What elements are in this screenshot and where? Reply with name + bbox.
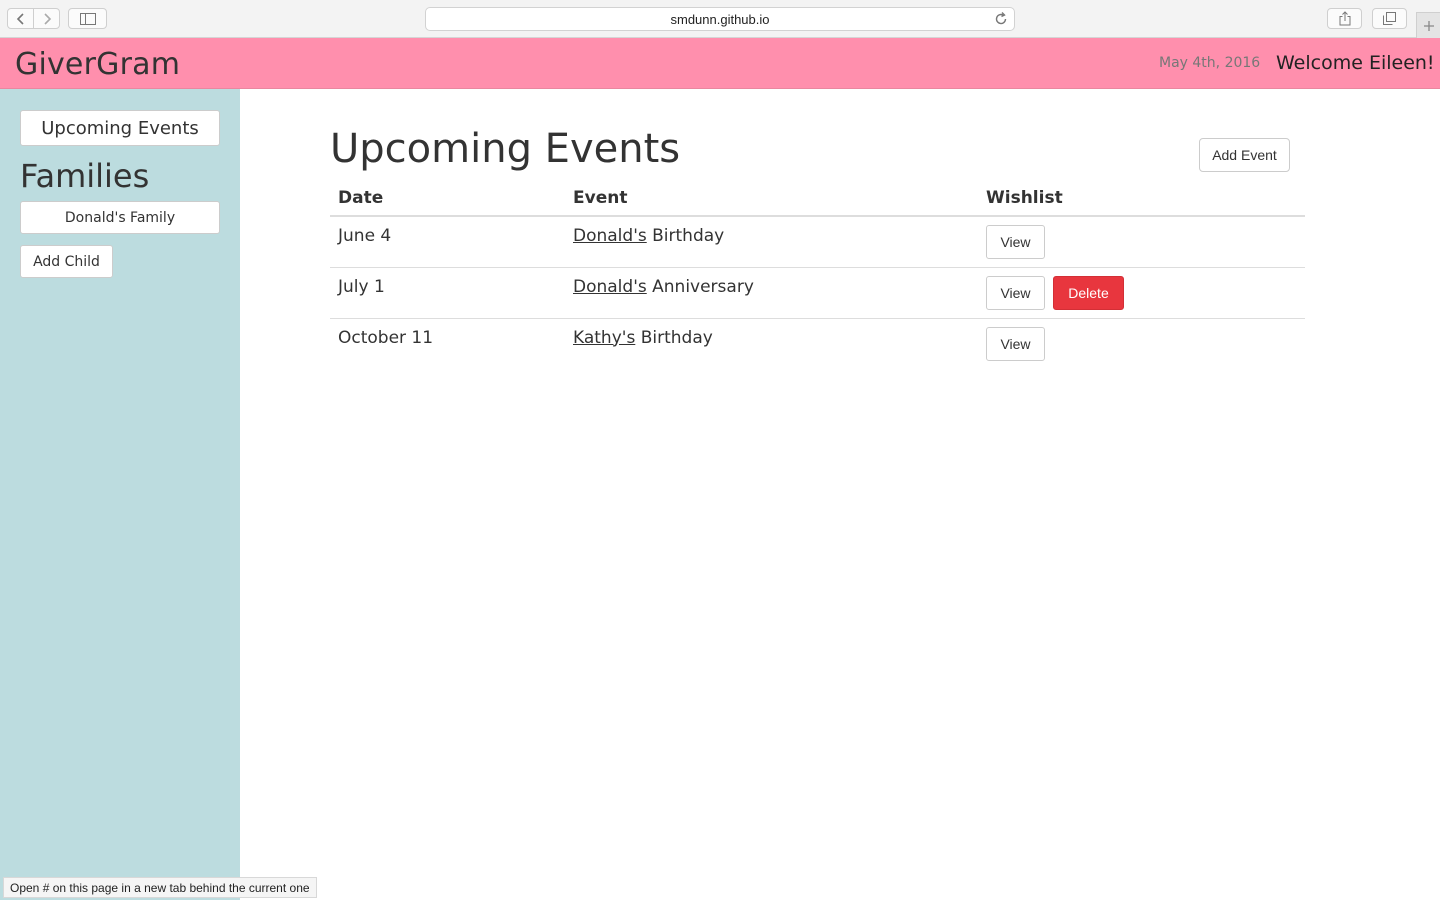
forward-button[interactable] xyxy=(33,8,60,29)
families-heading: Families xyxy=(20,157,150,195)
brand-logo[interactable]: GiverGram xyxy=(15,47,180,82)
wishlist-cell: View xyxy=(978,216,1305,268)
tabs-overview-button[interactable] xyxy=(1372,8,1407,29)
table-row: October 11 Kathy's Birthday View xyxy=(330,318,1305,369)
table-header-row: Date Event Wishlist xyxy=(330,180,1305,217)
current-date: May 4th, 2016 xyxy=(1159,55,1261,71)
view-wishlist-button[interactable]: View xyxy=(986,225,1045,259)
column-header-wishlist: Wishlist xyxy=(978,180,1305,217)
event-cell: Donald's Birthday xyxy=(565,216,978,268)
view-wishlist-button[interactable]: View xyxy=(986,275,1045,310)
view-wishlist-button[interactable]: View xyxy=(986,326,1045,361)
reload-icon[interactable] xyxy=(994,11,1008,27)
url-text: smdunn.github.io xyxy=(670,12,770,27)
event-name: Anniversary xyxy=(652,276,754,297)
page-title: Upcoming Events xyxy=(330,126,681,172)
event-date: June 4 xyxy=(330,216,565,268)
wishlist-cell: View xyxy=(978,318,1305,369)
person-link[interactable]: Kathy's xyxy=(573,328,635,348)
app-header: GiverGram May 4th, 2016 Welcome Eileen! xyxy=(0,38,1440,89)
chevron-left-icon xyxy=(16,12,24,25)
table-row: July 1 Donald's Anniversary View Delete xyxy=(330,267,1305,319)
sidebar-toggle-button[interactable] xyxy=(68,8,107,29)
back-button[interactable] xyxy=(7,8,34,29)
plus-icon xyxy=(1423,20,1434,31)
share-icon xyxy=(1339,11,1350,26)
welcome-message: Welcome Eileen! xyxy=(1276,52,1435,74)
person-link[interactable]: Donald's xyxy=(573,277,647,297)
sidebar-upcoming-events-button[interactable]: Upcoming Events xyxy=(20,110,220,146)
column-header-date: Date xyxy=(330,180,565,217)
browser-toolbar: smdunn.github.io xyxy=(0,0,1440,38)
event-cell: Kathy's Birthday xyxy=(565,318,978,369)
event-cell: Donald's Anniversary xyxy=(565,267,978,319)
event-date: July 1 xyxy=(330,267,565,319)
add-child-button[interactable]: Add Child xyxy=(20,245,113,278)
address-bar[interactable]: smdunn.github.io xyxy=(425,7,1015,31)
delete-wishlist-button[interactable]: Delete xyxy=(1053,275,1124,310)
new-tab-button[interactable] xyxy=(1416,12,1440,38)
tabs-icon xyxy=(1383,12,1396,25)
chevron-right-icon xyxy=(43,12,51,25)
sidebar-icon xyxy=(79,12,96,25)
add-event-button[interactable]: Add Event xyxy=(1199,138,1290,172)
event-name: Birthday xyxy=(652,226,725,246)
sidebar: Upcoming Events Families Donald's Family… xyxy=(0,89,240,900)
table-row: June 4 Donald's Birthday View xyxy=(330,216,1305,268)
events-table: Date Event Wishlist June 4 Donald's Birt… xyxy=(330,180,1305,369)
link-status-tooltip: Open # on this page in a new tab behind … xyxy=(3,877,317,898)
person-link[interactable]: Donald's xyxy=(573,226,647,246)
sidebar-family-button[interactable]: Donald's Family xyxy=(20,201,220,234)
event-date: October 11 xyxy=(338,327,434,348)
event-name: Birthday xyxy=(640,327,713,348)
share-button[interactable] xyxy=(1327,8,1362,29)
wishlist-cell: View Delete xyxy=(978,267,1305,319)
column-header-event: Event xyxy=(565,180,978,217)
